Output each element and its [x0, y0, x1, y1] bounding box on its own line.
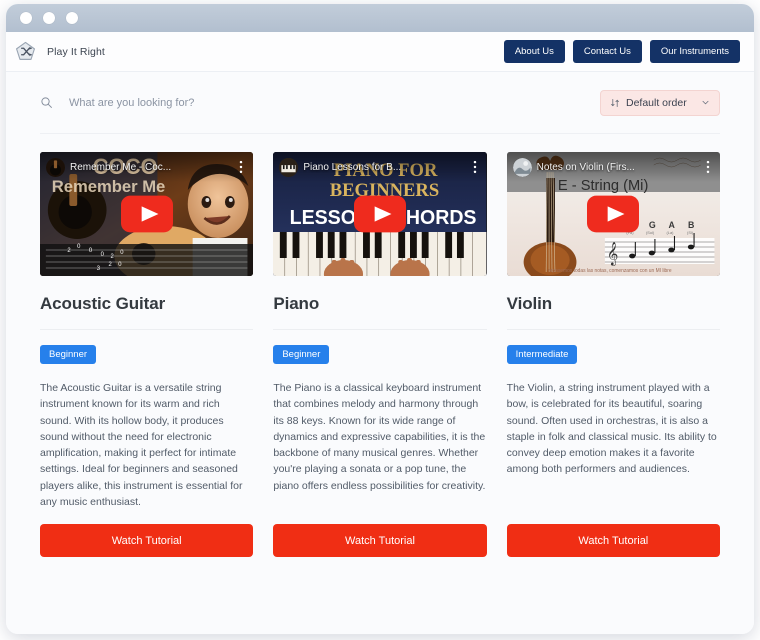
level-badge: Beginner: [40, 345, 97, 364]
title-divider: [273, 329, 487, 330]
video-embed[interactable]: E - String (Mi) 𝄞 G A B (Fa) (Sol) (La) …: [506, 152, 720, 276]
channel-avatar-icon[interactable]: [512, 157, 532, 177]
card-spacer: [40, 510, 253, 524]
browser-window: Play It Right About Us Contact Us Our In…: [6, 4, 754, 634]
instrument-card: E - String (Mi) 𝄞 G A B (Fa) (Sol) (La) …: [506, 152, 720, 558]
kebab-menu-icon[interactable]: [702, 159, 714, 175]
shuffle-pentagon-logo-icon: [15, 41, 36, 62]
window-titlebar: [6, 4, 754, 32]
video-topbar: Piano Lessons for B...: [273, 152, 487, 182]
minimize-button[interactable]: [43, 12, 55, 24]
instrument-card: COCO Remember Me 200 020 320: [40, 152, 254, 558]
card-title: Acoustic Guitar: [40, 294, 166, 313]
brand-name: Play It Right: [47, 45, 105, 58]
svg-text:𝄞: 𝄞: [606, 243, 618, 266]
svg-text:G: G: [649, 220, 656, 230]
search-icon: [40, 96, 53, 109]
close-button[interactable]: [20, 12, 32, 24]
instrument-card: PIANO FOR BEGINNERS LESSON 1 CHORDS: [273, 152, 487, 558]
title-divider: [40, 329, 254, 330]
site-header: Play It Right About Us Contact Us Our In…: [6, 32, 754, 72]
svg-text:2: 2: [108, 262, 111, 268]
card-title: Piano: [273, 294, 320, 313]
brand[interactable]: Play It Right: [15, 41, 105, 62]
video-embed[interactable]: PIANO FOR BEGINNERS LESSON 1 CHORDS: [273, 152, 487, 276]
card-description: The Piano is a classical keyboard instru…: [273, 382, 486, 492]
card-description: The Violin, a string instrument played w…: [506, 382, 717, 476]
card-spacer: [273, 494, 486, 524]
video-topbar: Notes on Violin (Firs...: [506, 152, 720, 182]
channel-avatar-icon[interactable]: [279, 157, 299, 177]
video-title[interactable]: Remember Me - Coc...: [70, 162, 230, 173]
video-title[interactable]: Notes on Violin (Firs...: [537, 162, 697, 173]
level-badge: Beginner: [273, 345, 330, 364]
svg-text:B: B: [688, 220, 695, 230]
watch-tutorial-button[interactable]: Watch Tutorial: [506, 524, 720, 558]
search-toolbar: Default order: [40, 72, 720, 134]
main-nav: About Us Contact Us Our Instruments: [503, 40, 740, 63]
kebab-menu-icon[interactable]: [235, 159, 247, 175]
svg-text:(La): (La): [666, 230, 674, 235]
card-description: The Acoustic Guitar is a versatile strin…: [40, 382, 243, 508]
video-embed[interactable]: COCO Remember Me 200 020 320: [40, 152, 254, 276]
nav-our-instruments[interactable]: Our Instruments: [649, 40, 740, 63]
maximize-button[interactable]: [66, 12, 78, 24]
watch-tutorial-button[interactable]: Watch Tutorial: [40, 524, 254, 558]
youtube-play-icon[interactable]: [353, 195, 406, 233]
svg-text:(Sol): (Sol): [646, 230, 655, 235]
svg-text:2: 2: [67, 248, 70, 254]
card-title: Violin: [506, 294, 553, 313]
title-divider: [506, 329, 720, 330]
youtube-play-icon[interactable]: [120, 195, 173, 233]
channel-avatar-icon[interactable]: [46, 157, 65, 177]
svg-text:repasemos todas las notas, com: repasemos todas las notas, comenzamos co…: [548, 268, 672, 274]
nav-about-us[interactable]: About Us: [503, 40, 565, 63]
youtube-play-icon[interactable]: [587, 195, 640, 233]
svg-text:(Si): (Si): [687, 230, 694, 235]
card-spacer: [507, 478, 720, 525]
search-input[interactable]: [69, 96, 369, 109]
watch-tutorial-button[interactable]: Watch Tutorial: [273, 524, 487, 558]
instrument-grid: COCO Remember Me 200 020 320: [40, 134, 720, 558]
sort-selected-value: Default order: [626, 96, 687, 109]
nav-contact-us[interactable]: Contact Us: [572, 40, 642, 63]
level-badge: Intermediate: [506, 345, 578, 364]
kebab-menu-icon[interactable]: [469, 159, 481, 175]
sort-order-dropdown[interactable]: Default order: [600, 89, 720, 116]
video-topbar: Remember Me - Coc...: [40, 152, 254, 182]
chevron-down-icon: [701, 98, 710, 107]
svg-text:A: A: [668, 220, 675, 230]
search-container[interactable]: [40, 96, 600, 109]
page-content: Default order: [6, 72, 754, 634]
svg-text:2: 2: [110, 254, 113, 260]
video-title[interactable]: Piano Lessons for B...: [303, 162, 463, 173]
sort-arrows-icon: [610, 98, 620, 108]
